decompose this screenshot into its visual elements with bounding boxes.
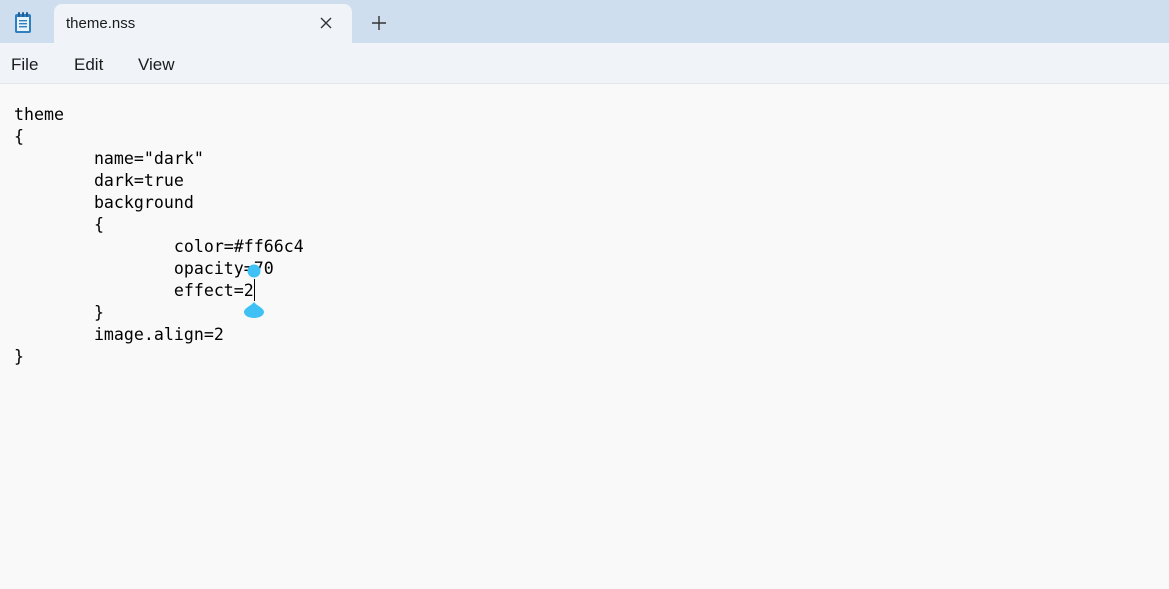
code-line: image.align=2: [14, 325, 224, 344]
selection-handle-top-icon[interactable]: [247, 264, 261, 278]
tab-title: theme.nss: [66, 15, 136, 32]
text-editor[interactable]: theme{ name="dark" dark=true background …: [0, 84, 1169, 589]
text-caret: [254, 279, 255, 301]
selection-handle-bottom-icon[interactable]: [244, 302, 264, 318]
code-line: color=#ff66c4: [14, 237, 304, 256]
plus-icon[interactable]: [370, 14, 388, 32]
code-line: theme: [14, 105, 64, 124]
menu-file[interactable]: File: [11, 55, 38, 75]
code-line: name="dark": [14, 149, 204, 168]
code-line: {: [14, 127, 24, 146]
title-bar: theme.nss: [0, 0, 1169, 43]
editor-text[interactable]: theme{ name="dark" dark=true background …: [14, 104, 304, 368]
menu-view[interactable]: View: [138, 55, 175, 75]
code-line: }: [14, 347, 24, 366]
code-line: background: [14, 193, 194, 212]
menu-bar: File Edit View: [0, 43, 1169, 84]
tab-theme-nss[interactable]: theme.nss: [54, 4, 352, 43]
notepad-icon: [15, 12, 31, 33]
menu-edit[interactable]: Edit: [74, 55, 103, 75]
code-line: effect=2: [14, 281, 254, 300]
close-icon[interactable]: [318, 15, 334, 31]
code-line: {: [14, 215, 104, 234]
code-line: dark=true: [14, 171, 184, 190]
